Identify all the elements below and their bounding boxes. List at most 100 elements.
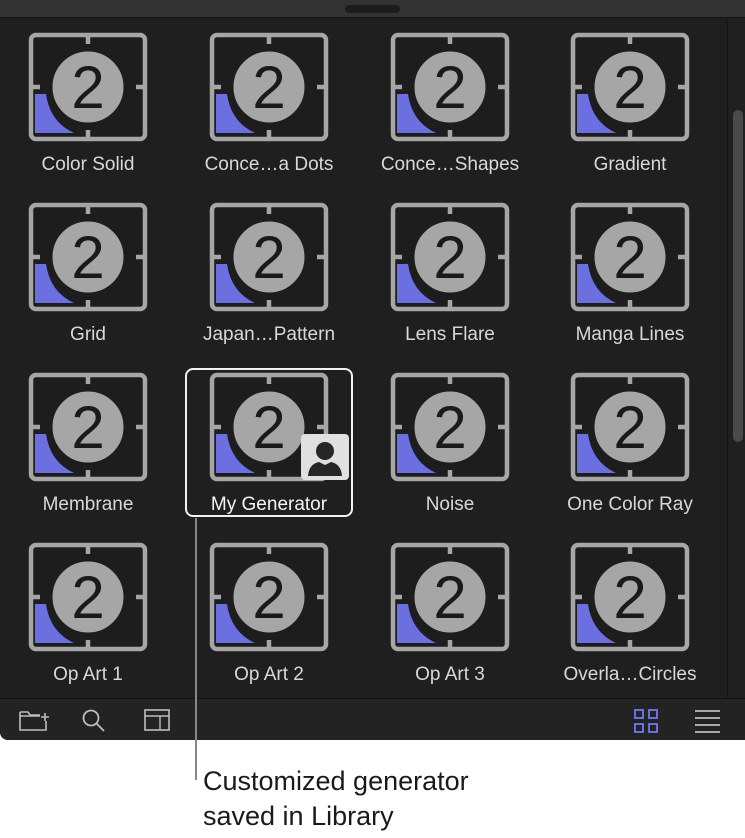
generator-label: Op Art 3 — [415, 664, 485, 685]
grid-view-button[interactable] — [632, 707, 662, 733]
generator-item[interactable]: 2 My Generator — [183, 368, 355, 532]
svg-text:2: 2 — [71, 394, 104, 461]
generator-label: Overla…Circles — [563, 664, 697, 685]
generator-item[interactable]: 2 Noise — [364, 358, 536, 522]
generator-label: Lens Flare — [405, 324, 495, 345]
generator-item[interactable]: 2 Membrane — [2, 358, 174, 522]
svg-text:2: 2 — [613, 54, 646, 121]
generator-label: Grid — [70, 324, 106, 345]
generator-label: Op Art 1 — [53, 664, 123, 685]
generator-item[interactable]: 2 Japan…Pattern — [183, 188, 355, 352]
generator-thumbnail[interactable]: 2 — [390, 202, 510, 312]
svg-text:2: 2 — [252, 564, 285, 631]
generator-thumbnail[interactable]: 2 — [28, 542, 148, 652]
generator-thumbnail[interactable]: 2 — [209, 32, 329, 142]
generator-label: Conce…a Dots — [204, 154, 334, 175]
generator-icon: 2 — [390, 202, 510, 312]
generator-thumbnail[interactable]: 2 — [570, 372, 690, 482]
svg-text:2: 2 — [71, 54, 104, 121]
generator-item[interactable]: 2 Grid — [2, 188, 174, 352]
vertical-scrollbar[interactable] — [727, 18, 745, 698]
new-folder-button[interactable] — [18, 707, 49, 733]
generator-icon: 2 — [209, 542, 329, 652]
generator-icon: 2 — [570, 542, 690, 652]
generator-item[interactable]: 2 Op Art 2 — [183, 528, 355, 692]
generator-thumbnail[interactable]: 2 — [209, 542, 329, 652]
generator-thumbnail[interactable]: 2 — [390, 32, 510, 142]
generator-item[interactable]: 2 Gradient — [544, 18, 716, 182]
generator-item[interactable]: 2 Op Art 1 — [2, 528, 174, 692]
generator-icon: 2 — [570, 202, 690, 312]
svg-text:2: 2 — [613, 394, 646, 461]
generator-thumbnail[interactable]: 2 — [570, 202, 690, 312]
generator-label: Color Solid — [41, 154, 135, 175]
grid-view-icon — [634, 709, 658, 733]
search-icon — [82, 709, 105, 732]
svg-text:2: 2 — [613, 564, 646, 631]
generator-item[interactable]: 2 One Color Ray — [544, 358, 716, 522]
generator-item[interactable]: 2 Conce…a Dots — [183, 18, 355, 182]
generator-thumbnail[interactable]: 2 — [570, 542, 690, 652]
callout-pointer-line — [195, 518, 197, 780]
generator-icon: 2 — [209, 202, 329, 312]
generator-icon: 2 — [390, 542, 510, 652]
generator-item[interactable]: 2 Manga Lines — [544, 188, 716, 352]
generator-label: Manga Lines — [575, 324, 685, 345]
generator-item[interactable]: 2 Color Solid — [2, 18, 174, 182]
svg-text:2: 2 — [613, 224, 646, 291]
preview-area-icon — [144, 709, 170, 731]
generator-thumbnail[interactable]: 2 — [209, 202, 329, 312]
generator-label: Noise — [425, 494, 475, 515]
list-view-button[interactable] — [694, 707, 724, 733]
generator-thumbnail[interactable]: 2 — [28, 202, 148, 312]
generator-grid: 2 Color Solid 2 Conce…a Dots 2 Conce…Sha… — [0, 18, 727, 698]
svg-text:2: 2 — [252, 394, 285, 461]
generator-label: My Generator — [210, 494, 328, 515]
panel-top-bar — [0, 0, 745, 18]
user-icon — [301, 434, 349, 480]
callout-line-2: saved in Library — [203, 801, 394, 831]
scrollbar-thumb[interactable] — [733, 110, 743, 442]
generator-icon: 2 — [28, 202, 148, 312]
generator-thumbnail[interactable]: 2 — [209, 372, 349, 482]
generator-icon: 2 — [209, 32, 329, 142]
generator-thumbnail[interactable]: 2 — [390, 542, 510, 652]
generator-label: Japan…Pattern — [202, 324, 336, 345]
generator-item[interactable]: 2 Conce…Shapes — [364, 18, 536, 182]
generator-icon: 2 — [390, 372, 510, 482]
generator-label: Membrane — [42, 494, 134, 515]
generator-icon: 2 — [390, 32, 510, 142]
generator-item[interactable]: 2 Lens Flare — [364, 188, 536, 352]
generator-thumbnail[interactable]: 2 — [390, 372, 510, 482]
svg-text:2: 2 — [433, 54, 466, 121]
generator-thumbnail[interactable]: 2 — [28, 372, 148, 482]
svg-text:2: 2 — [252, 54, 285, 121]
generator-label: Gradient — [593, 154, 667, 175]
generator-label: Conce…Shapes — [380, 154, 520, 175]
generator-icon: 2 — [28, 542, 148, 652]
search-button[interactable] — [80, 707, 110, 733]
resize-handle[interactable] — [345, 5, 400, 13]
bottom-toolbar — [0, 698, 745, 740]
generator-label: Op Art 2 — [234, 664, 304, 685]
generator-icon: 2 — [570, 32, 690, 142]
generator-item[interactable]: 2 Op Art 3 — [364, 528, 536, 692]
generator-icon: 2 — [28, 372, 148, 482]
list-view-icon — [695, 710, 720, 733]
library-browser-panel: 2 Color Solid 2 Conce…a Dots 2 Conce…Sha… — [0, 0, 745, 740]
generator-thumbnail[interactable]: 2 — [570, 32, 690, 142]
generator-icon: 2 — [570, 372, 690, 482]
generator-item[interactable]: 2 Overla…Circles — [544, 528, 716, 692]
svg-text:2: 2 — [433, 394, 466, 461]
preview-area-button[interactable] — [143, 707, 173, 733]
callout-annotation: Customized generator saved in Library — [203, 764, 603, 834]
svg-text:2: 2 — [71, 224, 104, 291]
svg-text:2: 2 — [252, 224, 285, 291]
callout-line-1: Customized generator — [203, 766, 469, 796]
generator-icon: 2 — [28, 32, 148, 142]
svg-text:2: 2 — [433, 564, 466, 631]
generator-thumbnail[interactable]: 2 — [28, 32, 148, 142]
generator-label: One Color Ray — [567, 494, 693, 515]
svg-text:2: 2 — [71, 564, 104, 631]
svg-text:2: 2 — [433, 224, 466, 291]
